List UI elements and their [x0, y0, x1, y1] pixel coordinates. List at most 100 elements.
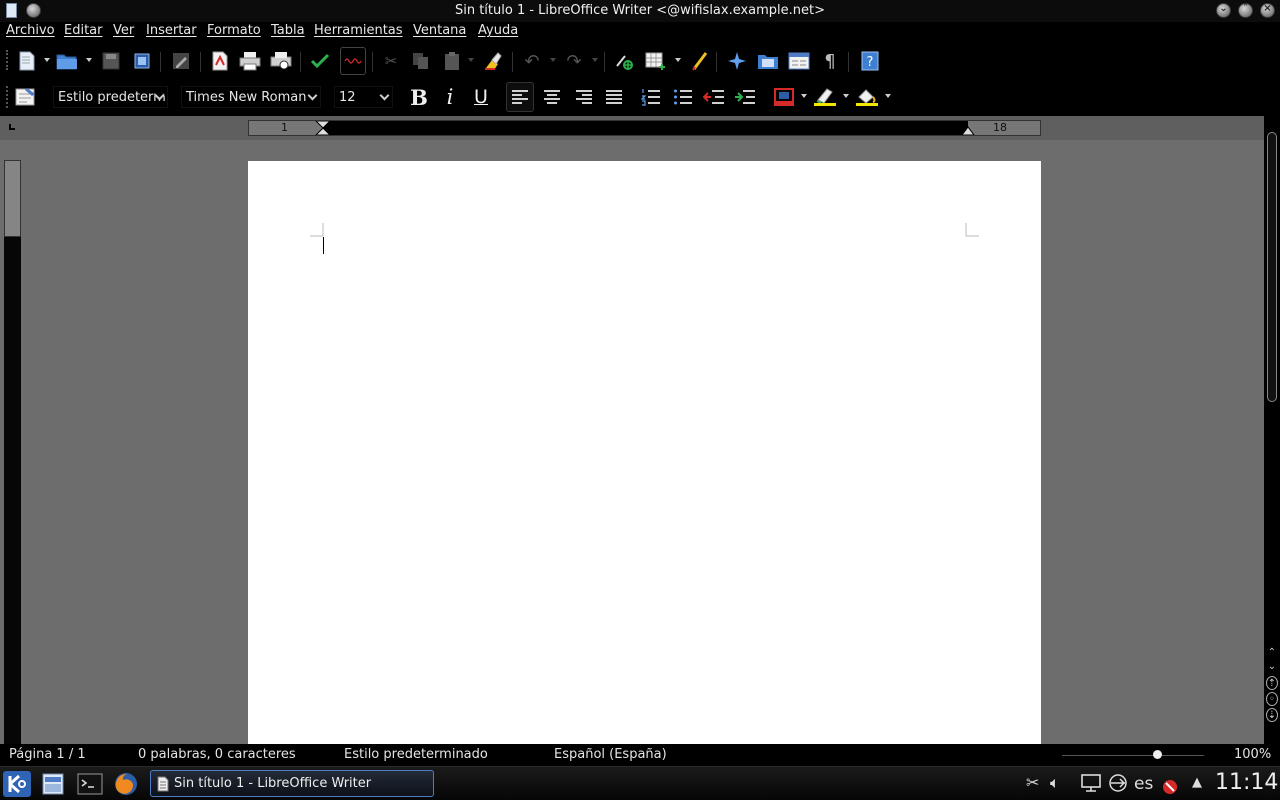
highlighter-icon [814, 88, 836, 106]
klipper-scissors-icon[interactable]: ✂ [1026, 773, 1039, 795]
bullets-button[interactable] [671, 84, 695, 110]
menu-formato[interactable]: Formato [207, 23, 261, 38]
underline-button[interactable]: U [469, 84, 493, 110]
font-size-select[interactable]: 12 [334, 86, 393, 108]
spelling-check-icon[interactable] [309, 50, 331, 72]
page-style[interactable]: Estilo predeterminado [344, 747, 488, 762]
show-hidden-icons-icon[interactable]: ▲ [1192, 775, 1202, 797]
redo-icon[interactable]: ↷ [563, 50, 585, 72]
previous-page-icon[interactable]: ⇡ [1266, 676, 1278, 690]
show-draw-functions-icon[interactable] [689, 50, 711, 72]
navigator-icon[interactable] [726, 50, 748, 72]
toolbar-grip[interactable] [6, 86, 10, 108]
menu-ayuda[interactable]: Ayuda [478, 23, 518, 38]
page-count[interactable]: Página 1 / 1 [9, 747, 86, 762]
word-count[interactable]: 0 palabras, 0 caracteres [138, 747, 296, 762]
close-icon[interactable]: × [1260, 3, 1275, 18]
insert-table-icon[interactable] [645, 50, 667, 72]
align-right-button[interactable] [572, 84, 596, 110]
new-document-icon[interactable] [16, 50, 38, 72]
menu-archivo[interactable]: Archivo [6, 23, 55, 38]
font-color-dropdown-icon[interactable] [801, 94, 807, 98]
vertical-ruler[interactable] [4, 160, 21, 744]
menu-herramientas[interactable]: Herramientas [314, 23, 403, 38]
formatting-marks-icon[interactable]: ¶ [819, 50, 841, 72]
update-notifier-icon[interactable] [1162, 779, 1178, 800]
navigation-icon[interactable]: ◦ [1266, 692, 1278, 706]
export-directly-icon[interactable] [131, 50, 153, 72]
help-icon[interactable]: ? [859, 50, 881, 72]
hyperlink-icon[interactable] [614, 50, 636, 72]
undo-dropdown-icon[interactable] [550, 58, 556, 62]
auto-spellcheck-icon[interactable] [340, 47, 366, 75]
document-page[interactable] [248, 161, 1041, 744]
italic-button[interactable]: i [438, 84, 462, 110]
copy-icon[interactable] [410, 50, 432, 72]
gallery-icon[interactable] [757, 50, 779, 72]
zoom-value[interactable]: 100% [1234, 747, 1271, 762]
undo-icon[interactable]: ↶ [521, 50, 543, 72]
align-left-button[interactable] [506, 82, 534, 112]
tab-stop-icon[interactable] [9, 124, 15, 130]
text-boundary-corner-icon [310, 223, 324, 237]
maximize-icon[interactable]: ˄ [1238, 3, 1253, 18]
zoom-slider-knob[interactable] [1152, 750, 1162, 759]
save-icon[interactable] [100, 50, 122, 72]
font-name-select[interactable]: Times New Roman [181, 86, 321, 108]
paste-icon[interactable] [441, 50, 463, 72]
zoom-slider[interactable] [1062, 755, 1204, 756]
menu-editar[interactable]: Editar [64, 23, 103, 38]
highlighting-button[interactable] [813, 84, 837, 110]
styles-formatting-icon[interactable] [15, 85, 37, 107]
right-indent-marker-icon[interactable] [961, 121, 975, 135]
numbering-button[interactable] [639, 84, 663, 110]
left-indent-marker-icon[interactable] [315, 121, 331, 135]
paste-dropdown-icon[interactable] [468, 58, 474, 62]
network-icon[interactable] [1080, 773, 1102, 795]
redo-dropdown-icon[interactable] [592, 58, 598, 62]
highlighting-dropdown-icon[interactable] [843, 94, 849, 98]
menu-ventana[interactable]: Ventana [413, 23, 466, 38]
decrease-indent-button[interactable] [702, 84, 726, 110]
data-sources-icon[interactable] [788, 50, 810, 72]
clone-formatting-icon[interactable] [483, 50, 505, 72]
keyboard-layout-indicator[interactable]: es [1134, 774, 1153, 796]
scroll-up-icon[interactable]: ⌃ [1266, 646, 1278, 660]
toolbar-grip[interactable] [6, 50, 10, 70]
vertical-scrollbar[interactable]: ⌃ ⌄ ⇡ ◦ ⇣ [1264, 116, 1280, 744]
bold-button[interactable]: B [407, 84, 431, 110]
insert-table-dropdown-icon[interactable] [675, 58, 681, 62]
volume-icon[interactable]: 🔈︎ [1050, 773, 1060, 795]
edit-document-icon[interactable] [170, 50, 192, 72]
clock[interactable]: 11:14 [1215, 770, 1278, 795]
align-center-button[interactable] [540, 84, 564, 110]
print-preview-icon[interactable] [270, 50, 292, 72]
menu-tabla[interactable]: Tabla [271, 23, 305, 38]
usb-device-icon[interactable] [1108, 773, 1128, 795]
open-dropdown-icon[interactable] [86, 58, 92, 62]
increase-indent-button[interactable] [733, 84, 757, 110]
menu-ver[interactable]: Ver [113, 23, 134, 38]
background-color-button[interactable] [855, 84, 879, 110]
minimize-icon[interactable]: ⌄ [1216, 3, 1231, 18]
justify-button[interactable] [602, 84, 626, 110]
export-pdf-icon[interactable] [209, 50, 231, 72]
horizontal-ruler[interactable]: 1 18 [248, 120, 1041, 136]
print-icon[interactable] [239, 50, 261, 72]
firefox-icon[interactable] [113, 771, 139, 797]
new-dropdown-icon[interactable] [44, 58, 50, 62]
text-language[interactable]: Español (España) [554, 747, 667, 762]
cut-icon[interactable]: ✂ [380, 50, 402, 72]
background-color-dropdown-icon[interactable] [885, 94, 891, 98]
open-folder-icon[interactable] [56, 50, 78, 72]
menu-insertar[interactable]: Insertar [146, 23, 197, 38]
next-page-icon[interactable]: ⇣ [1266, 708, 1278, 722]
scroll-down-icon[interactable]: ⌄ [1266, 660, 1278, 674]
paragraph-style-select[interactable]: Estilo predeterminado [53, 86, 168, 108]
file-manager-icon[interactable] [40, 771, 66, 797]
scrollbar-thumb[interactable] [1267, 132, 1277, 402]
terminal-icon[interactable] [77, 771, 103, 797]
taskbar-writer-window[interactable]: Sin título 1 - LibreOffice Writer [150, 770, 434, 797]
kde-menu-icon[interactable] [3, 771, 31, 797]
font-color-button[interactable] [772, 84, 796, 110]
